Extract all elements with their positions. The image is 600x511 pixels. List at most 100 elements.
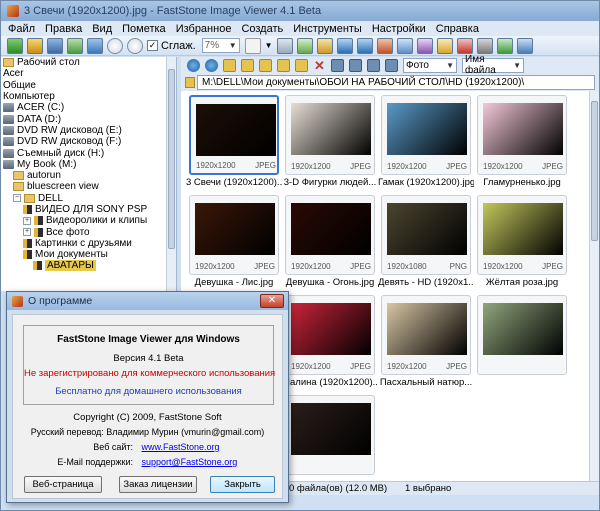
back-icon[interactable]	[187, 58, 200, 72]
tree-item-label: DVD RW дисковод (F:)	[17, 136, 122, 148]
edit-icon[interactable]	[316, 37, 333, 54]
delete-icon[interactable]: ✕	[313, 59, 326, 72]
collapse-icon[interactable]: −	[13, 194, 21, 203]
compare-icon[interactable]	[516, 37, 533, 54]
thumbnail-resolution: 1920x1200	[291, 362, 331, 371]
tree-item[interactable]: АВАТАРЫ	[1, 260, 176, 272]
zoom-combo[interactable]: 7% ▼	[201, 38, 240, 53]
tree-item[interactable]: Картинки с друзьями	[1, 238, 176, 249]
folder-tree[interactable]: Рабочий стол Acer Общие Компьютер ACER (C:) D…	[1, 57, 177, 291]
tree-item[interactable]: Компьютер	[1, 91, 176, 102]
slideshow-icon[interactable]	[87, 37, 103, 54]
app-icon	[7, 5, 19, 17]
webpage-button[interactable]: Веб-страница	[24, 476, 102, 493]
tree-item[interactable]: DATA (D:)	[1, 113, 176, 125]
tree-item[interactable]: + Видеоролики и клипы	[1, 215, 176, 226]
menu-tools[interactable]: Инструменты	[288, 23, 367, 35]
tree-item[interactable]: ACER (C:)	[1, 102, 176, 113]
close-icon[interactable]: ✕	[260, 294, 284, 308]
tree-item[interactable]: ВИДЕО ДЛЯ SONY PSP	[1, 204, 176, 215]
tree-item[interactable]: bluescreen view	[1, 181, 176, 192]
fullscreen-icon[interactable]	[496, 37, 513, 54]
menu-tag[interactable]: Пометка	[117, 23, 171, 35]
email-icon[interactable]	[456, 37, 473, 54]
menu-edit[interactable]: Правка	[40, 23, 87, 35]
menu-create[interactable]: Создать	[236, 23, 288, 35]
filter-combo[interactable]: Фото ▼	[403, 57, 457, 73]
forward-icon[interactable]	[205, 58, 218, 72]
scrollbar-thumb[interactable]	[168, 69, 175, 249]
list-view-icon[interactable]	[367, 58, 380, 72]
thumbnail-card[interactable]: 1920x1200 JPEG	[477, 195, 567, 275]
color-icon[interactable]	[416, 37, 433, 54]
sort-combo[interactable]: Имя файла ▼	[462, 54, 524, 76]
tree-item[interactable]: − DELL	[1, 193, 176, 204]
tree-item[interactable]: autorun	[1, 170, 176, 181]
details-view-icon[interactable]	[349, 58, 362, 72]
close-button[interactable]: Закрыть	[210, 476, 275, 493]
tree-item[interactable]: My Book (M:)	[1, 159, 176, 170]
thumbnail-card[interactable]: 1920x1080 PNG	[381, 195, 471, 275]
menu-help[interactable]: Справка	[431, 23, 484, 35]
menu-file[interactable]: Файл	[3, 23, 40, 35]
expand-icon[interactable]: +	[23, 216, 31, 225]
image-icon[interactable]	[67, 37, 83, 54]
folder-up-icon[interactable]	[223, 58, 236, 72]
thumbnail-card[interactable]	[477, 295, 567, 375]
thumbnail-card[interactable]: 1920x1200 JPEG	[381, 295, 471, 375]
thumbnail-card[interactable]: 1920x1200 JPEG	[285, 195, 375, 275]
browse-icon[interactable]	[27, 37, 43, 54]
favorite-folder-icon[interactable]	[241, 58, 254, 72]
thumbnail-card[interactable]: 1920x1200 JPEG	[477, 95, 567, 175]
tree-scrollbar[interactable]	[166, 57, 176, 291]
thumbnail-card[interactable]: 1920x1200 JPEG	[189, 95, 279, 175]
order-license-button[interactable]: Заказ лицензии	[119, 476, 197, 493]
path-input[interactable]: M:\DELL\Мои документы\ОБОИ НА РАБОЧИЙ СТ…	[197, 74, 595, 90]
tree-item[interactable]: Съемный диск (H:)	[1, 147, 176, 159]
thumbnail-card[interactable]: 1920x1200 JPEG	[285, 295, 375, 375]
tree-item[interactable]: DVD RW дисковод (E:)	[1, 125, 176, 136]
main-toolbar: ✓ Сглаж. 7% ▼ ▼	[1, 36, 599, 56]
folder-icon[interactable]	[436, 37, 453, 54]
chevron-down-icon[interactable]: ▼	[265, 38, 273, 54]
tree-item[interactable]: Мои документы	[1, 249, 176, 260]
tree-item[interactable]: Общие	[1, 80, 176, 91]
thumbnail-format: JPEG	[255, 161, 276, 170]
thumbnail-card[interactable]: 1920x1200 JPEG	[189, 195, 279, 275]
thumbnail-card[interactable]	[285, 395, 375, 475]
thumbnail-view-icon[interactable]	[331, 58, 344, 72]
save-icon[interactable]	[47, 37, 63, 54]
fit-icon[interactable]	[276, 37, 293, 54]
menu-view[interactable]: Вид	[87, 23, 117, 35]
move-to-icon[interactable]	[295, 58, 308, 72]
menu-favorites[interactable]: Избранное	[171, 23, 237, 35]
filmstrip-icon[interactable]	[385, 58, 398, 72]
print-icon[interactable]	[476, 37, 493, 54]
hand-tool-icon[interactable]	[244, 37, 261, 54]
menu-settings[interactable]: Настройки	[367, 23, 431, 35]
tree-item[interactable]: Рабочий стол	[1, 57, 176, 68]
crop-icon[interactable]	[376, 37, 393, 54]
rotate-icon[interactable]	[296, 37, 313, 54]
chevron-down-icon: ▼	[513, 60, 521, 70]
thumbnail-image	[387, 303, 467, 355]
open-folder-icon[interactable]	[7, 37, 23, 54]
scrollbar-thumb[interactable]	[591, 101, 598, 241]
thumbnail-scrollbar[interactable]	[589, 91, 599, 481]
zoom-in-icon[interactable]	[107, 37, 123, 54]
zoom-out-icon[interactable]	[127, 37, 143, 54]
new-folder-icon[interactable]	[259, 58, 272, 72]
expand-icon[interactable]: +	[23, 228, 31, 237]
thumbnail-card[interactable]: 1920x1200 JPEG	[285, 95, 375, 175]
smooth-checkbox[interactable]: ✓	[147, 40, 158, 51]
tree-item[interactable]: Acer	[1, 68, 176, 79]
tree-item[interactable]: + Все фото	[1, 226, 176, 238]
resize-icon[interactable]	[396, 37, 413, 54]
tree-item[interactable]: DVD RW дисковод (F:)	[1, 136, 176, 147]
copy-to-icon[interactable]	[277, 58, 290, 72]
rotate-left-icon[interactable]	[336, 37, 353, 54]
email-link[interactable]: support@FastStone.org	[142, 457, 238, 467]
rotate-right-icon[interactable]	[356, 37, 373, 54]
thumbnail-card[interactable]: 1920x1200 JPEG	[381, 95, 471, 175]
website-link[interactable]: www.FastStone.org	[142, 442, 220, 452]
